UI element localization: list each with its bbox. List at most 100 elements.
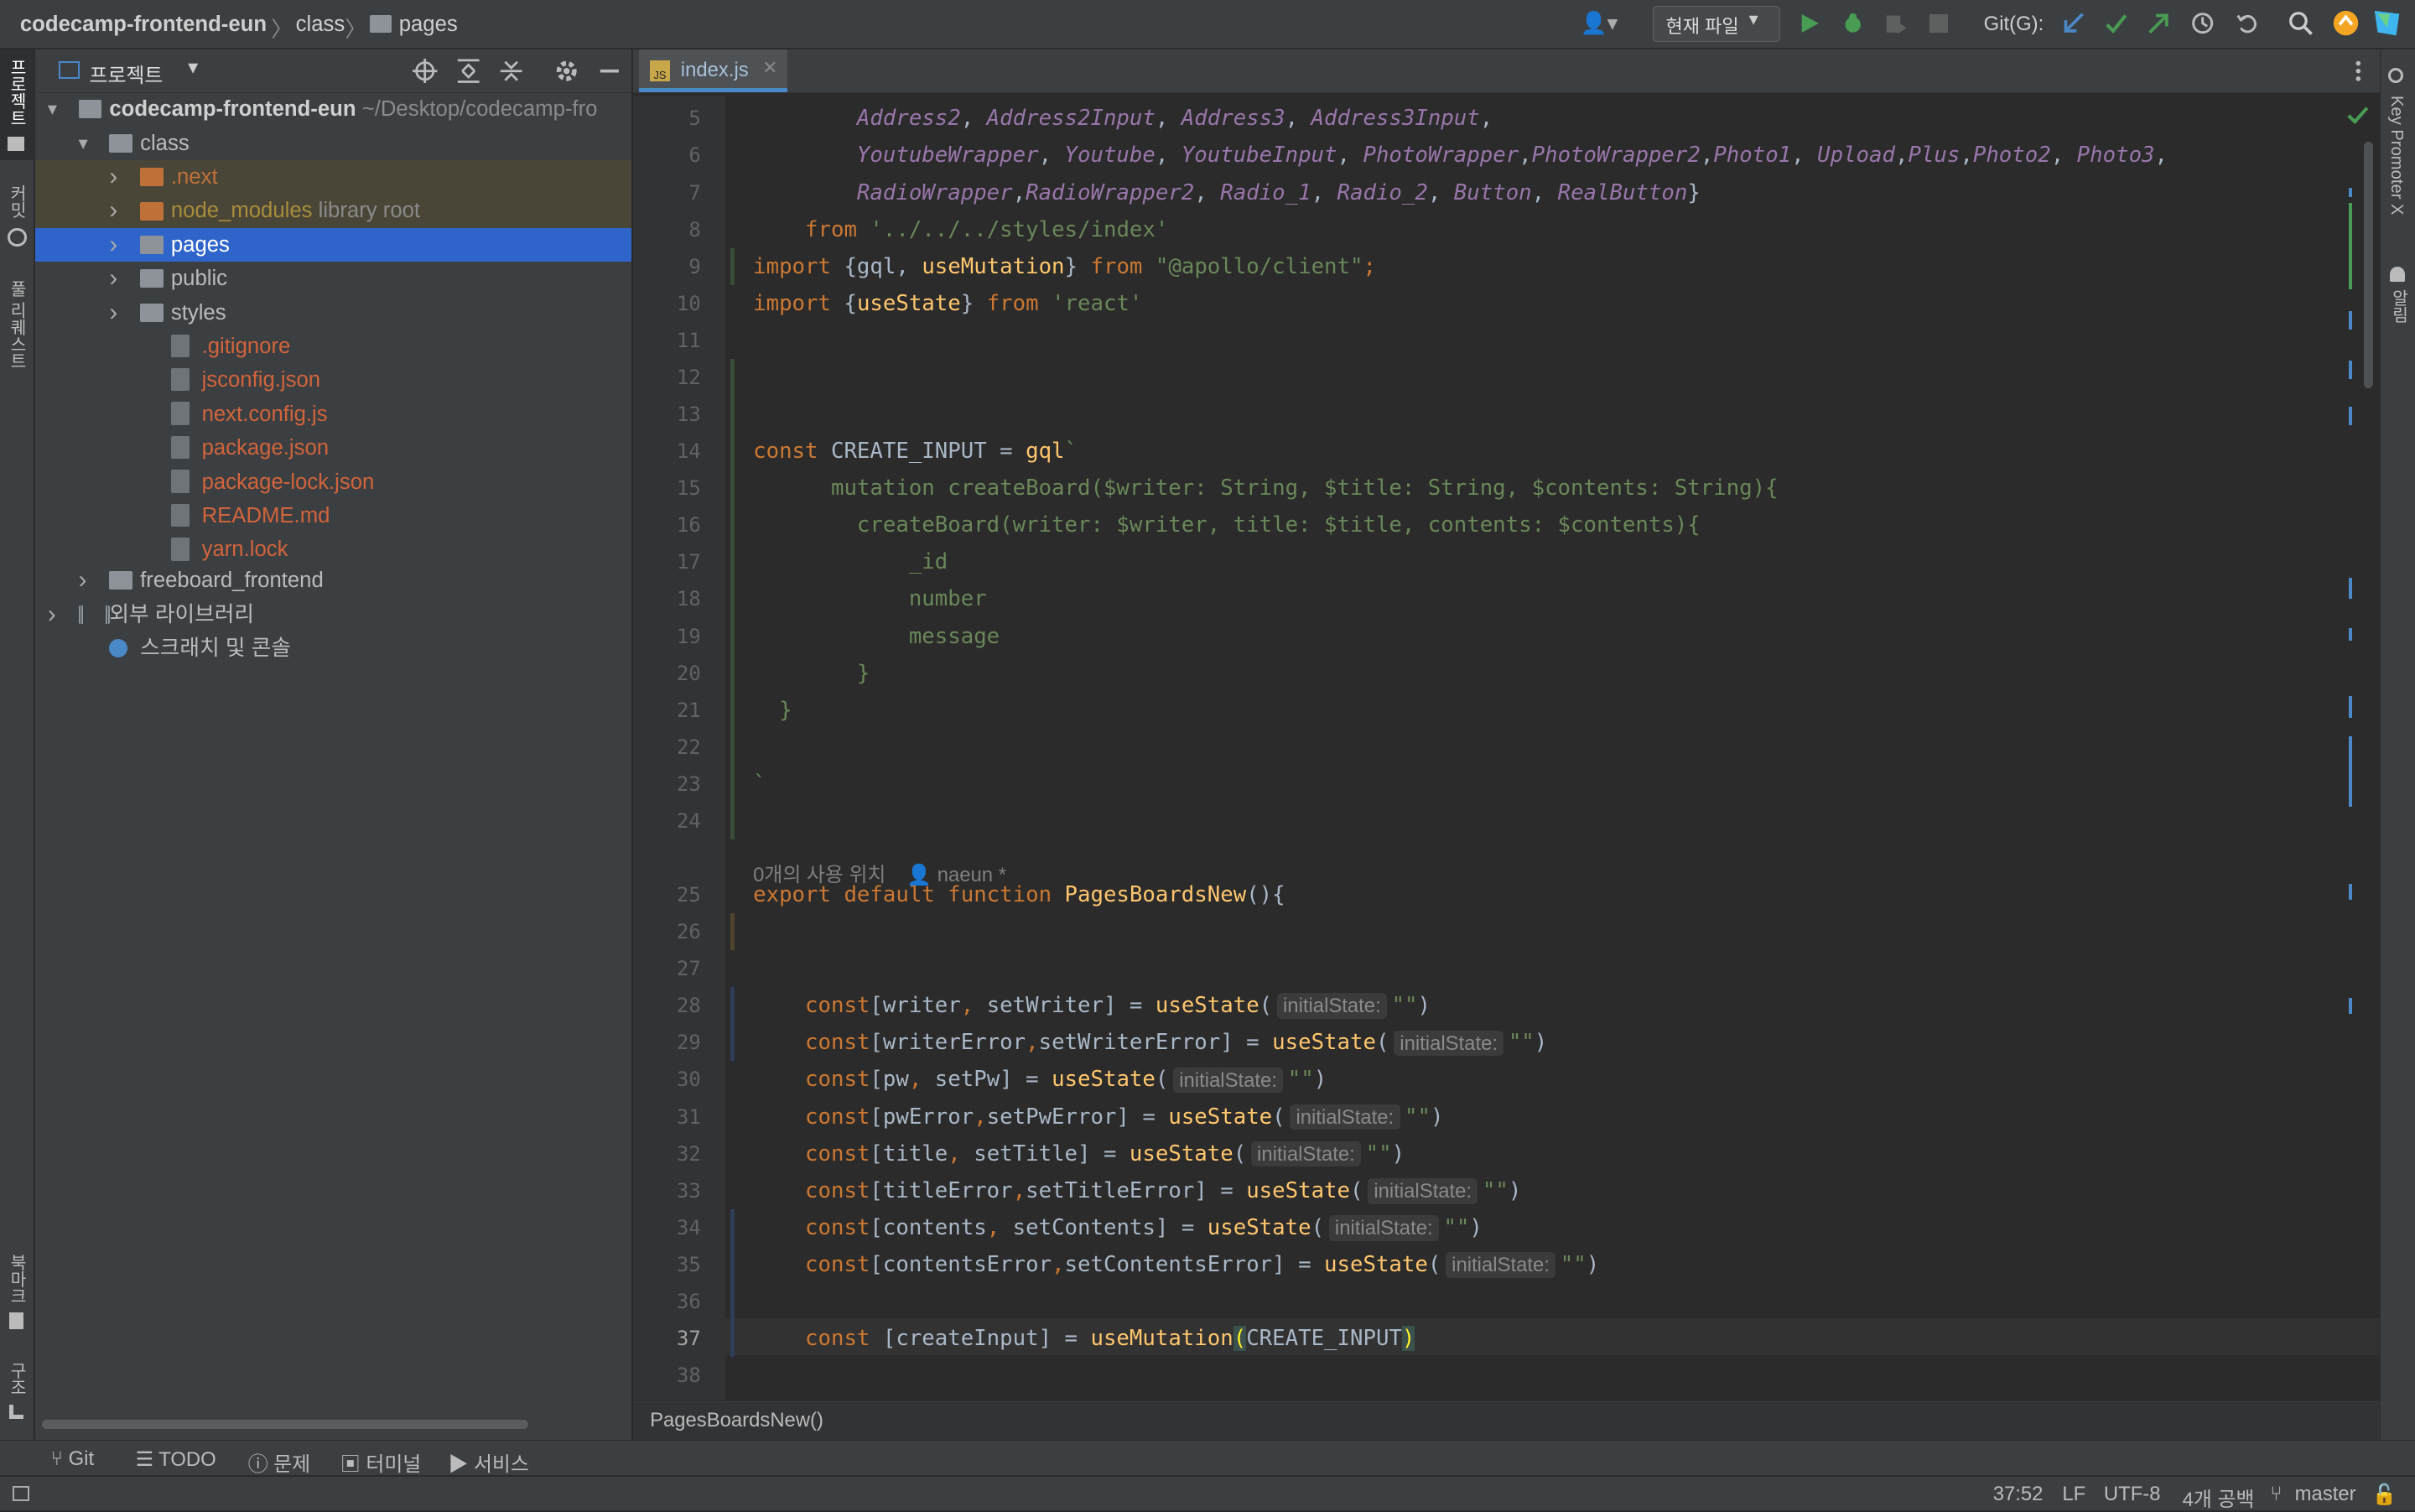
breadcrumb-separator: 〉: [271, 18, 293, 42]
tree-item[interactable]: › freeboard_frontend: [35, 564, 631, 597]
folder-icon: [140, 168, 164, 187]
tree-item[interactable]: › pages: [35, 227, 632, 262]
tree-item-label: class: [140, 131, 190, 155]
collapse-all-icon[interactable]: [499, 59, 523, 83]
line-number: 28: [676, 994, 701, 1018]
horizontal-scrollbar[interactable]: [41, 1420, 528, 1430]
tree-item[interactable]: .gitignore: [35, 330, 631, 363]
code-vision-hint[interactable]: 0개의 사용 위치 👤 naeun *: [753, 858, 1006, 887]
run-config-select[interactable]: 현재 파일 ▾: [1652, 6, 1781, 42]
locate-icon[interactable]: [413, 58, 438, 84]
problems-tool-button[interactable]: ⓘ 문제: [248, 1447, 310, 1477]
tree-item[interactable]: › node_modules library root: [35, 194, 632, 228]
tree-item[interactable]: package.json: [35, 431, 631, 465]
ide-logo-icon[interactable]: [2373, 9, 2401, 37]
code-line: const[writerError,setWriterError] = useS…: [805, 1030, 1548, 1057]
gear-icon[interactable]: [554, 59, 579, 83]
chevron-right-icon[interactable]: ›: [109, 296, 127, 330]
more-options-icon[interactable]: [2352, 59, 2365, 83]
code-line: const[titleError,setTitleError] = useSta…: [805, 1177, 1522, 1204]
close-icon[interactable]: ✕: [762, 57, 777, 79]
line-number: 17: [676, 550, 701, 574]
code-line: Address2, Address2Input, Address3, Addre…: [856, 106, 1493, 132]
chevron-down-icon[interactable]: ▾: [79, 127, 97, 160]
chevron-down-icon[interactable]: ▾: [188, 55, 198, 80]
tree-item[interactable]: README.md: [35, 499, 631, 533]
tree-item[interactable]: ▾ class: [35, 127, 631, 160]
no-problems-check-icon[interactable]: [2347, 105, 2369, 127]
scroll-marker: [2348, 998, 2352, 1014]
usages-count[interactable]: 0개의 사용 위치: [753, 864, 886, 886]
tree-item-label: node_modules library root: [170, 199, 421, 223]
git-commit-icon[interactable]: [2104, 11, 2128, 35]
user-icon[interactable]: 👤▾: [1580, 11, 1618, 36]
tree-item[interactable]: 스크래치 및 콘솔: [35, 631, 631, 665]
tool-structure[interactable]: 구조: [5, 1362, 29, 1395]
git-update-icon[interactable]: [2061, 11, 2085, 35]
tool-notifications[interactable]: 알림: [2386, 289, 2411, 323]
scroll-marker: [2348, 735, 2352, 808]
chevron-down-icon[interactable]: ▾: [48, 92, 66, 126]
author-label[interactable]: naeun *: [937, 864, 1006, 886]
project-view-title[interactable]: 프로젝트: [90, 59, 164, 88]
breadcrumb-class[interactable]: class: [296, 13, 345, 37]
scroll-marker: [2348, 360, 2352, 379]
tree-item[interactable]: next.config.js: [35, 397, 631, 431]
tool-commit[interactable]: 커밋: [5, 184, 29, 218]
history-icon[interactable]: [2190, 11, 2215, 35]
minimize-icon[interactable]: [599, 59, 621, 83]
tree-item[interactable]: yarn.lock: [35, 533, 631, 566]
tree-item[interactable]: jsconfig.json: [35, 363, 631, 397]
chevron-right-icon[interactable]: ›: [109, 160, 127, 194]
chevron-right-icon[interactable]: ›: [109, 262, 127, 295]
vertical-scrollbar[interactable]: [2364, 141, 2374, 388]
code-line: import {gql, useMutation} from "@apollo/…: [753, 253, 1376, 279]
todo-tool-button[interactable]: ☰ TODO: [136, 1447, 216, 1472]
tool-project[interactable]: 프로젝트: [5, 59, 29, 127]
structure-icon: [9, 1405, 23, 1419]
tree-item[interactable]: › styles: [35, 296, 631, 330]
lock-icon[interactable]: 🔓: [2372, 1483, 2397, 1507]
caret-position[interactable]: 37:52: [1993, 1483, 2044, 1506]
chevron-right-icon[interactable]: ›: [48, 598, 66, 631]
git-push-icon[interactable]: [2147, 11, 2171, 35]
scroll-marker: [2348, 628, 2352, 642]
coverage-icon[interactable]: [1883, 11, 1908, 35]
line-number: 26: [676, 920, 701, 944]
tree-item[interactable]: › .next: [35, 160, 632, 195]
code-line: number: [753, 586, 987, 612]
git-branch[interactable]: master: [2295, 1483, 2356, 1506]
tree-item[interactable]: › 외부 라이브러리: [35, 598, 631, 631]
indent-setting[interactable]: 4개 공백: [2183, 1483, 2255, 1512]
debug-icon[interactable]: [1841, 11, 1865, 35]
stop-icon[interactable]: [1929, 13, 1949, 33]
tree-item[interactable]: ▾ codecamp-frontend-eun ~/Desktop/codecam…: [35, 92, 631, 126]
tool-key-promoter[interactable]: Key Promoter X: [2386, 96, 2406, 216]
run-icon[interactable]: [1799, 13, 1820, 34]
tool-bookmarks[interactable]: 북마크: [5, 1254, 29, 1305]
chevron-right-icon[interactable]: ›: [109, 228, 127, 262]
update-available-icon[interactable]: [2332, 9, 2360, 37]
folder-icon: [8, 137, 25, 151]
chevron-right-icon[interactable]: ›: [109, 194, 127, 227]
tree-item[interactable]: package-lock.json: [35, 465, 631, 499]
terminal-tool-button[interactable]: ▣ 터미널: [340, 1447, 421, 1477]
breadcrumb-pages[interactable]: pages: [399, 13, 458, 37]
line-separator[interactable]: LF: [2062, 1483, 2085, 1506]
services-tool-button[interactable]: ▶ 서비스: [448, 1447, 528, 1477]
search-icon[interactable]: [2288, 11, 2314, 35]
file-encoding[interactable]: UTF-8: [2104, 1483, 2161, 1506]
tree-item-label: package.json: [201, 436, 330, 460]
scratch-icon: [109, 639, 128, 658]
rollback-icon[interactable]: [2235, 11, 2259, 35]
editor-area: JS index.js ✕ 5 6 7 8 9 10 11 12 13 14 15 16 17 18 19 2…: [632, 49, 2380, 1442]
tab-index-js[interactable]: JS index.js ✕: [639, 49, 787, 93]
layout-toggle-icon[interactable]: [12, 1485, 29, 1501]
chevron-right-icon[interactable]: ›: [79, 564, 97, 597]
git-tool-button[interactable]: ⑂ Git: [51, 1447, 94, 1471]
breadcrumb-project[interactable]: codecamp-frontend-eun: [20, 13, 267, 37]
function-breadcrumb[interactable]: PagesBoardsNew(): [650, 1409, 823, 1432]
expand-all-icon[interactable]: [456, 59, 480, 83]
tree-item[interactable]: › public: [35, 262, 631, 295]
tool-pull-requests[interactable]: 풀 리퀘스트: [5, 280, 29, 370]
